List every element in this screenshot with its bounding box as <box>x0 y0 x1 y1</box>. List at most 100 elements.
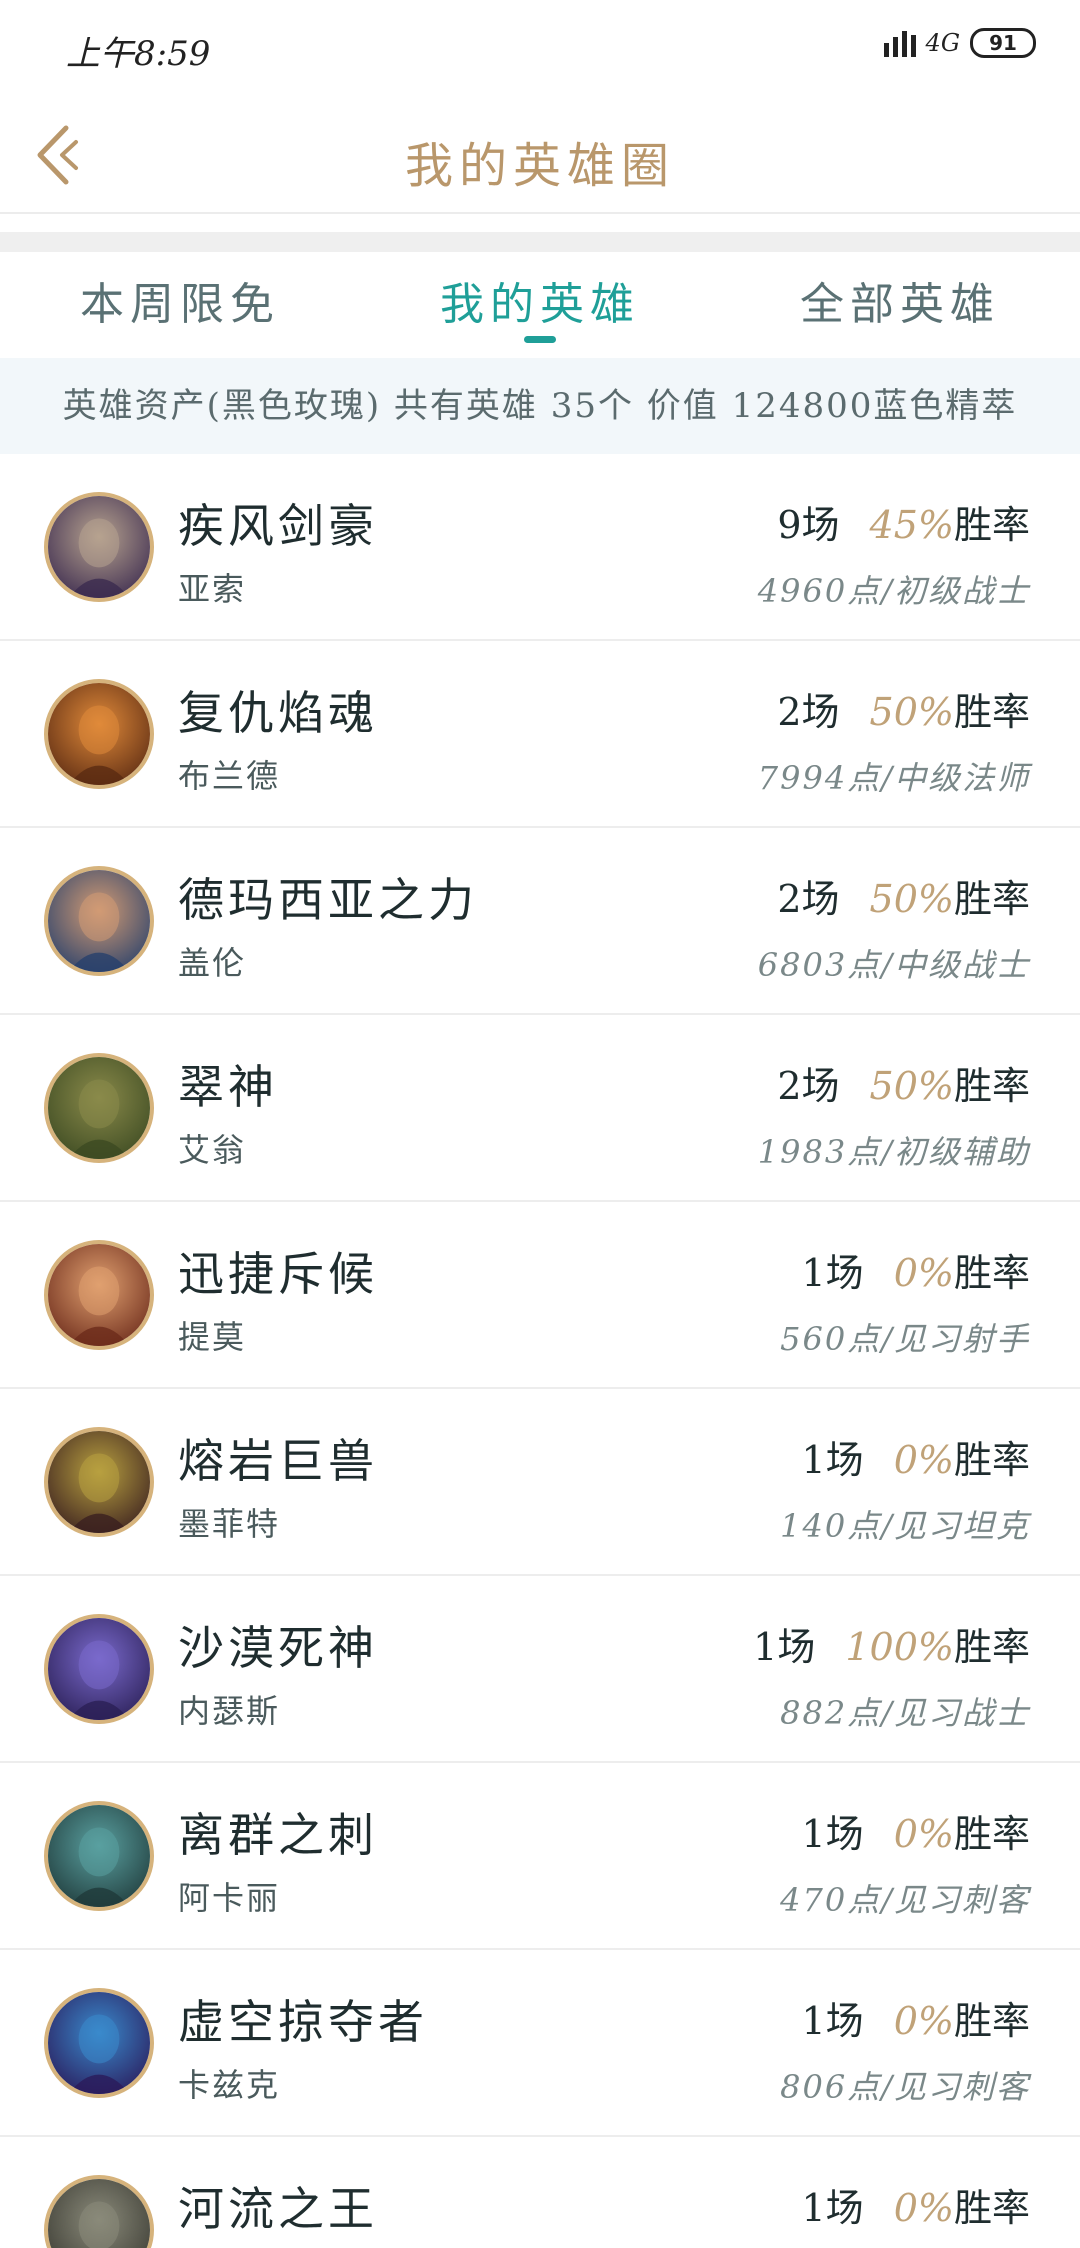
hero-win-rate: 50% 胜率 <box>870 681 1030 736</box>
hero-win-rate: 0% 胜率 <box>894 1429 1030 1484</box>
hero-title: 沙漠死神 <box>178 1621 378 1675</box>
hero-games: 2场 <box>777 690 840 734</box>
hero-win-label: 胜率 <box>953 1438 1030 1482</box>
hero-row[interactable]: 离群之刺 阿卡丽 1场 0% 胜率 470点/见习刺客 <box>0 1763 1080 1950</box>
status-bar: 上午8:59 4G 91 <box>0 0 1080 96</box>
hero-stats: 1场 0% 胜率 <box>802 1803 1031 1858</box>
hero-stats: 1场 0% 胜率 <box>802 1242 1031 1297</box>
hero-name: 盖伦 <box>178 944 247 982</box>
status-time: 上午8:59 <box>66 34 211 74</box>
hero-win-label: 胜率 <box>953 503 1030 547</box>
hero-win-label: 胜率 <box>953 1999 1030 2043</box>
hero-avatar <box>44 1801 154 1911</box>
hero-name: 阿卡丽 <box>178 1879 281 1917</box>
hero-points: 470点/见习刺客 <box>780 1881 1030 1919</box>
hero-name: 墨菲特 <box>178 1505 281 1543</box>
hero-portrait-icon <box>48 1992 150 2094</box>
hero-row[interactable]: 沙漠死神 内瑟斯 1场 100% 胜率 882点/见习战士 <box>0 1576 1080 1763</box>
hero-win-label: 胜率 <box>953 1812 1030 1856</box>
hero-stats: 9场 45% 胜率 <box>777 494 1030 549</box>
hero-row[interactable]: 熔岩巨兽 墨菲特 1场 0% 胜率 140点/见习坦克 <box>0 1389 1080 1576</box>
hero-win-label: 胜率 <box>953 1625 1030 1669</box>
hero-portrait-icon <box>48 1805 150 1907</box>
hero-win-rate: 0% 胜率 <box>894 1803 1030 1858</box>
signal-icon <box>883 29 916 57</box>
hero-title: 熔岩巨兽 <box>178 1434 378 1488</box>
hero-win-label: 胜率 <box>953 690 1030 734</box>
hero-win-percent: 45% <box>869 503 954 547</box>
hero-row[interactable]: 疾风剑豪 亚索 9场 45% 胜率 4960点/初级战士 <box>0 454 1080 641</box>
tab-all-heroes[interactable]: 全部英雄 <box>720 252 1080 358</box>
hero-name: 卡兹克 <box>178 2066 281 2104</box>
hero-avatar <box>44 1053 154 1163</box>
hero-name: 艾翁 <box>178 1131 247 1169</box>
nav-bar: 我的英雄圈 <box>0 96 1080 214</box>
hero-win-percent: 100% <box>845 1625 954 1669</box>
hero-title: 虚空掠夺者 <box>178 1995 428 2049</box>
hero-points: 1983点/初级辅助 <box>757 1133 1030 1171</box>
hero-win-rate: 0% 胜率 <box>894 2177 1030 2232</box>
hero-win-rate: 50% 胜率 <box>870 1055 1030 1110</box>
hero-win-percent: 0% <box>893 1812 954 1856</box>
hero-win-percent: 50% <box>869 690 954 734</box>
hero-row[interactable]: 复仇焰魂 布兰德 2场 50% 胜率 7994点/中级法师 <box>0 641 1080 828</box>
hero-stats: 2场 50% 胜率 <box>777 868 1030 923</box>
hero-title: 河流之王 <box>178 2182 378 2236</box>
hero-portrait-icon <box>48 2179 150 2248</box>
hero-games: 2场 <box>777 1064 840 1108</box>
hero-portrait-icon <box>48 870 150 972</box>
hero-portrait-icon <box>48 1431 150 1533</box>
tab-bar: 本周限免 我的英雄 全部英雄 <box>0 252 1080 358</box>
hero-points: 806点/见习刺客 <box>780 2068 1030 2106</box>
hero-title: 疾风剑豪 <box>178 499 378 553</box>
hero-win-percent: 50% <box>869 877 954 921</box>
hero-win-percent: 50% <box>869 1064 954 1108</box>
hero-title: 离群之刺 <box>178 1808 378 1862</box>
hero-win-label: 胜率 <box>953 1064 1030 1108</box>
hero-points: 6803点/中级战士 <box>757 946 1030 984</box>
hero-avatar <box>44 1988 154 2098</box>
hero-name: 提莫 <box>178 1318 247 1356</box>
hero-row[interactable]: 虚空掠夺者 卡兹克 1场 0% 胜率 806点/见习刺客 <box>0 1950 1080 2137</box>
hero-win-label: 胜率 <box>953 2186 1030 2230</box>
asset-summary: 英雄资产(黑色玫瑰) 共有英雄 35个 价值 124800蓝色精萃 <box>0 358 1080 454</box>
hero-stats: 2场 50% 胜率 <box>777 681 1030 736</box>
hero-points: 7994点/中级法师 <box>757 759 1030 797</box>
hero-row[interactable]: 翠神 艾翁 2场 50% 胜率 1983点/初级辅助 <box>0 1015 1080 1202</box>
hero-points: 4960点/初级战士 <box>757 572 1030 610</box>
hero-portrait-icon <box>48 1057 150 1159</box>
hero-row[interactable]: 河流之王 1场 0% 胜率 <box>0 2137 1080 2248</box>
hero-games: 1场 <box>801 1812 864 1856</box>
hero-games: 1场 <box>801 1438 864 1482</box>
battery-level: 91 <box>989 31 1017 55</box>
hero-games: 2场 <box>777 877 840 921</box>
hero-portrait-icon <box>48 496 150 598</box>
hero-win-rate: 50% 胜率 <box>870 868 1030 923</box>
hero-name: 内瑟斯 <box>178 1692 281 1730</box>
hero-win-rate: 0% 胜率 <box>894 1242 1030 1297</box>
hero-avatar <box>44 1614 154 1724</box>
hero-win-rate: 45% 胜率 <box>870 494 1030 549</box>
hero-avatar <box>44 492 154 602</box>
hero-win-percent: 0% <box>893 1438 954 1482</box>
hero-portrait-icon <box>48 1618 150 1720</box>
hero-row[interactable]: 德玛西亚之力 盖伦 2场 50% 胜率 6803点/中级战士 <box>0 828 1080 1015</box>
hero-stats: 1场 100% 胜率 <box>753 1616 1030 1671</box>
hero-avatar <box>44 679 154 789</box>
hero-title: 翠神 <box>178 1060 278 1114</box>
hero-games: 1场 <box>753 1625 816 1669</box>
hero-points: 140点/见习坦克 <box>780 1507 1030 1545</box>
tab-weekly-free[interactable]: 本周限免 <box>0 252 360 358</box>
section-divider <box>0 232 1080 252</box>
hero-avatar <box>44 2175 154 2248</box>
hero-name: 布兰德 <box>178 757 281 795</box>
hero-title: 迅捷斥候 <box>178 1247 378 1301</box>
hero-win-percent: 0% <box>893 1999 954 2043</box>
hero-name: 亚索 <box>178 570 247 608</box>
hero-win-rate: 0% 胜率 <box>894 1990 1030 2045</box>
hero-avatar <box>44 1240 154 1350</box>
hero-games: 1场 <box>801 1999 864 2043</box>
hero-stats: 1场 0% 胜率 <box>802 1429 1031 1484</box>
hero-title: 复仇焰魂 <box>178 686 378 740</box>
hero-row[interactable]: 迅捷斥候 提莫 1场 0% 胜率 560点/见习射手 <box>0 1202 1080 1389</box>
